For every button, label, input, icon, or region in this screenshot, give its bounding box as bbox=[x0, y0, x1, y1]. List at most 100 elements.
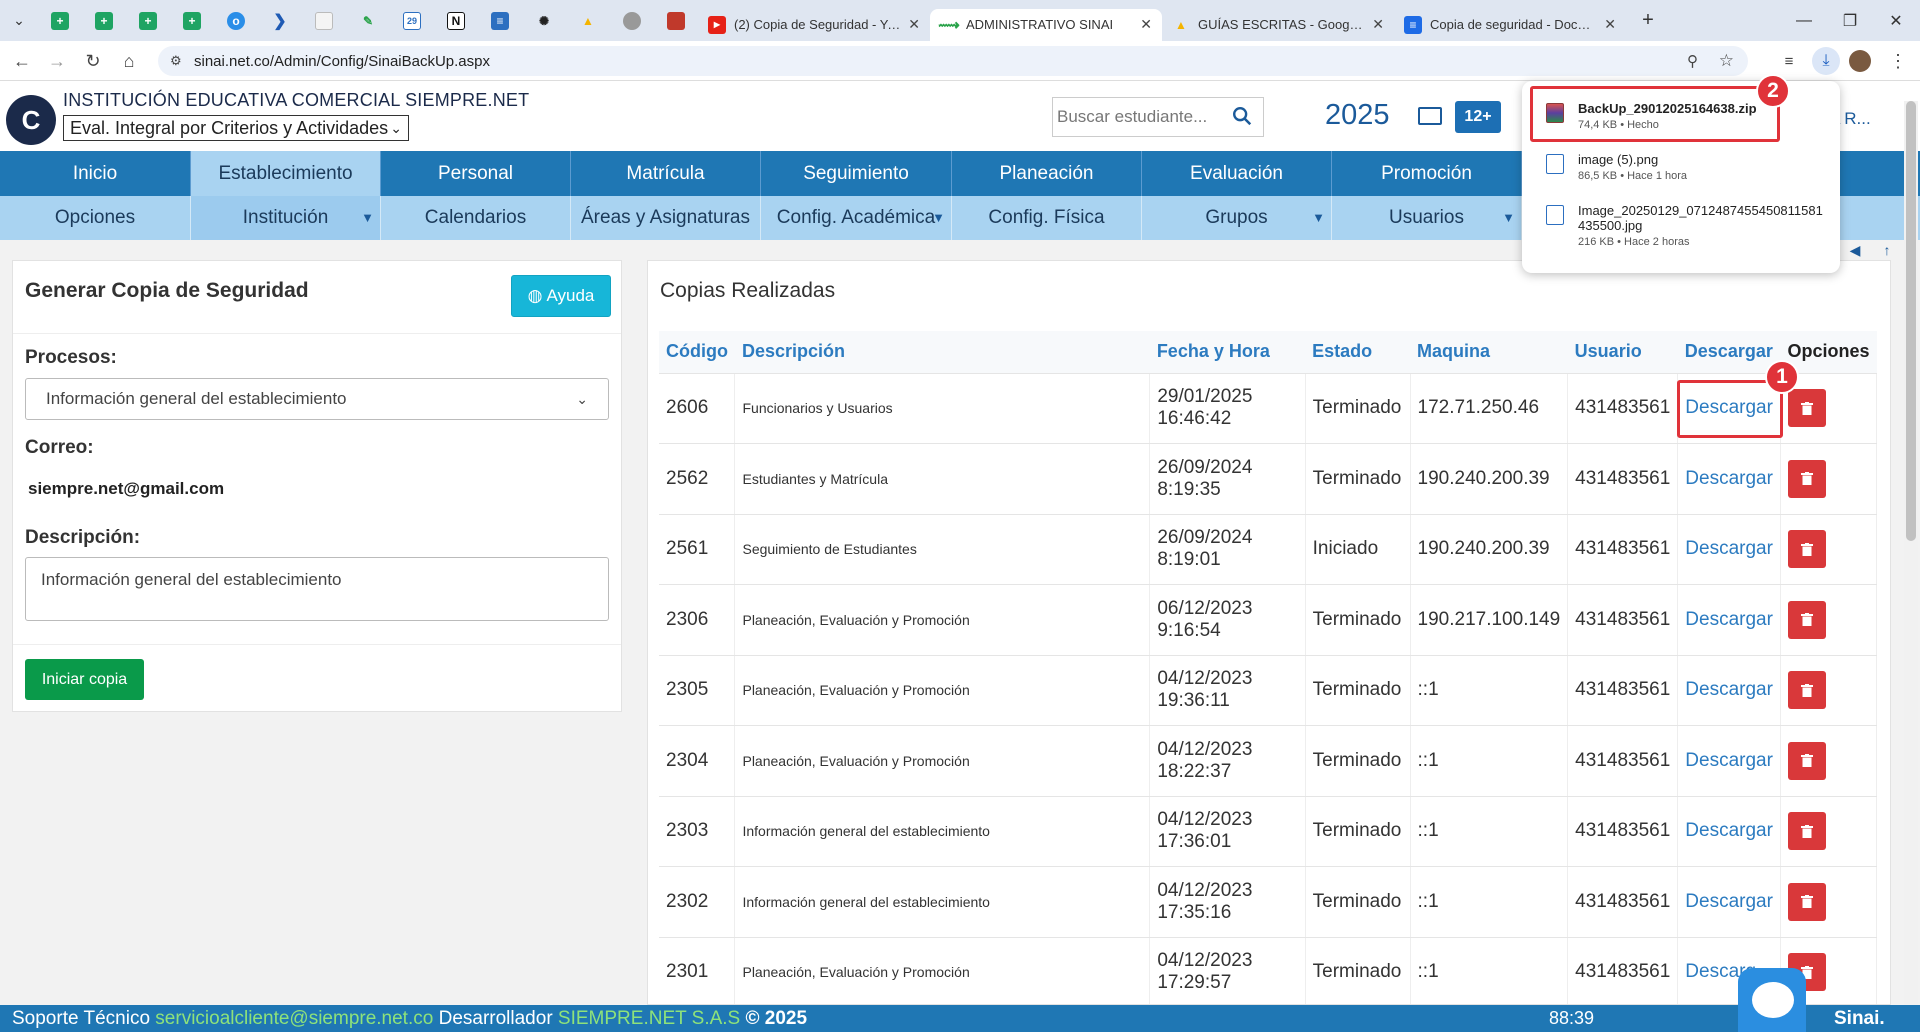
browser-menu-icon[interactable]: ⋮ bbox=[1885, 49, 1911, 73]
search-icon[interactable] bbox=[1231, 105, 1253, 127]
col-maquina[interactable]: Maquina bbox=[1410, 331, 1568, 374]
nav-personal[interactable]: Personal bbox=[381, 151, 571, 196]
nav-evaluacion[interactable]: Evaluación bbox=[1142, 151, 1332, 196]
chevron-left-circle-icon[interactable]: ◀ bbox=[1845, 240, 1865, 260]
subnav-institucion[interactable]: Institución ▼ bbox=[191, 196, 381, 240]
descargar-link[interactable]: Descargar bbox=[1685, 538, 1773, 559]
delete-button[interactable] bbox=[1787, 812, 1826, 851]
forward-icon[interactable]: → bbox=[44, 49, 70, 73]
highlight-box-download bbox=[1530, 86, 1780, 142]
subnav-usuarios[interactable]: Usuarios ▼ bbox=[1332, 196, 1522, 240]
descargar-link[interactable]: Descargar bbox=[1685, 820, 1773, 841]
arrow-app-tab-icon[interactable]: ❯ bbox=[258, 0, 302, 41]
nav-inicio[interactable]: Inicio bbox=[0, 151, 191, 196]
circle-app-tab-icon[interactable]: o bbox=[214, 0, 258, 41]
descargar-link[interactable]: Descargar bbox=[1685, 891, 1773, 912]
mail-icon[interactable] bbox=[1418, 107, 1442, 125]
institution-logo-icon: C bbox=[6, 95, 56, 145]
pen-app-tab-icon[interactable]: ✎ bbox=[346, 0, 390, 41]
nav-establecimiento[interactable]: Establecimiento bbox=[191, 151, 381, 196]
site-info-icon[interactable]: ⚙ bbox=[170, 53, 182, 69]
zoom-icon[interactable]: ⚲ bbox=[1687, 52, 1698, 70]
nav-promocion[interactable]: Promoción bbox=[1332, 151, 1522, 196]
col-fecha[interactable]: Fecha y Hora bbox=[1149, 331, 1306, 374]
footer-email-link[interactable]: servicioalcliente@siempre.net.co bbox=[155, 1008, 433, 1030]
col-estado[interactable]: Estado bbox=[1305, 331, 1411, 374]
subnav-config-academica[interactable]: Config. Académica ▼ bbox=[761, 196, 952, 240]
restore-icon[interactable]: ❐ bbox=[1827, 0, 1873, 41]
subnav-areas[interactable]: Áreas y Asignaturas bbox=[571, 196, 761, 240]
minimize-icon[interactable]: — bbox=[1781, 0, 1827, 41]
descargar-link[interactable]: Descargar bbox=[1685, 609, 1773, 630]
delete-button[interactable] bbox=[1787, 882, 1826, 921]
tab-drive[interactable]: ▲ GUÍAS ESCRITAS - Google Drive ✕ bbox=[1162, 9, 1394, 41]
start-backup-button[interactable]: Iniciar copia bbox=[25, 659, 144, 700]
close-window-icon[interactable]: ✕ bbox=[1873, 0, 1919, 41]
tab-sinai[interactable]: ⟿ ADMINISTRATIVO SINAI ✕ bbox=[930, 8, 1162, 41]
sheets-tab-icon[interactable]: + bbox=[126, 0, 170, 41]
delete-button[interactable] bbox=[1787, 459, 1826, 498]
downloads-icon[interactable]: ⤓ bbox=[1812, 47, 1840, 75]
sheets-tab-icon[interactable]: + bbox=[82, 0, 126, 41]
download-item[interactable]: Image_20250129_0712487455450811581 435500… bbox=[1546, 203, 1823, 248]
subnav-config-fisica[interactable]: Config. Física bbox=[952, 196, 1142, 240]
nav-matricula[interactable]: Matrícula bbox=[571, 151, 761, 196]
image-tab-icon[interactable] bbox=[654, 0, 698, 41]
footer-company-link[interactable]: SIEMPRE.NET S.A.S bbox=[558, 1008, 740, 1030]
descargar-link[interactable]: Descargar bbox=[1685, 750, 1773, 771]
close-tab-icon[interactable]: ✕ bbox=[1604, 16, 1616, 33]
col-codigo[interactable]: Código bbox=[659, 331, 735, 374]
sheets-tab-icon[interactable]: + bbox=[38, 0, 82, 41]
descargar-link[interactable]: Descargar bbox=[1685, 468, 1773, 489]
bookmark-star-icon[interactable]: ☆ bbox=[1719, 51, 1734, 71]
delete-button[interactable] bbox=[1787, 741, 1826, 780]
url-bar[interactable]: ⚙ sinai.net.co/Admin/Config/SinaiBackUp.… bbox=[158, 46, 1748, 76]
year-display[interactable]: 2025 bbox=[1325, 99, 1390, 132]
profile-avatar[interactable] bbox=[1849, 50, 1871, 72]
arrow-up-icon[interactable]: ↑ bbox=[1877, 240, 1897, 260]
student-search-input[interactable]: Buscar estudiante... bbox=[1052, 97, 1264, 137]
reload-icon[interactable]: ↻ bbox=[80, 49, 106, 73]
media-control-icon[interactable]: ≡ bbox=[1776, 49, 1802, 73]
cell-codigo: 2302 bbox=[659, 866, 736, 938]
docs-tab-icon[interactable]: ≡ bbox=[478, 0, 522, 41]
chat-button[interactable] bbox=[1738, 968, 1806, 1032]
delete-button[interactable] bbox=[1787, 530, 1826, 569]
delete-button[interactable] bbox=[1787, 600, 1826, 639]
col-usuario[interactable]: Usuario bbox=[1567, 331, 1678, 374]
col-descripcion[interactable]: Descripción bbox=[734, 331, 1150, 374]
home-icon[interactable]: ⌂ bbox=[116, 49, 142, 73]
col-descargar[interactable]: Descargar bbox=[1677, 331, 1781, 374]
tab-docs[interactable]: ≡ Copia de seguridad - Documentos de Goo… bbox=[1394, 9, 1626, 41]
sheets-tab-icon[interactable]: + bbox=[170, 0, 214, 41]
subnav-grupos[interactable]: Grupos ▼ bbox=[1142, 196, 1332, 240]
subnav-calendarios[interactable]: Calendarios bbox=[381, 196, 571, 240]
delete-button[interactable] bbox=[1787, 389, 1826, 428]
notification-badge[interactable]: 12+ bbox=[1455, 101, 1501, 133]
close-tab-icon[interactable]: ✕ bbox=[1372, 16, 1384, 33]
openai-tab-icon[interactable]: ✺ bbox=[522, 0, 566, 41]
notion-tab-icon[interactable]: N bbox=[434, 0, 478, 41]
scrollbar-thumb[interactable] bbox=[1906, 101, 1916, 541]
drive-tab-icon[interactable]: ▲ bbox=[566, 0, 610, 41]
tab-search-button[interactable]: ⌄ bbox=[0, 0, 38, 41]
close-tab-icon[interactable]: ✕ bbox=[1140, 16, 1152, 33]
help-button[interactable]: ◍ Ayuda bbox=[511, 275, 611, 317]
page-scrollbar[interactable] bbox=[1904, 101, 1918, 1005]
descripcion-textarea[interactable]: Información general del establecimiento bbox=[25, 557, 609, 621]
evaluation-select[interactable]: Eval. Integral por Criterios y Actividad… bbox=[63, 115, 409, 141]
procesos-select[interactable]: Información general del establecimiento … bbox=[25, 378, 609, 420]
nav-seguimiento[interactable]: Seguimiento bbox=[761, 151, 952, 196]
close-tab-icon[interactable]: ✕ bbox=[908, 16, 920, 33]
new-tab-button[interactable]: + bbox=[1626, 0, 1670, 41]
descargar-link[interactable]: Descargar bbox=[1685, 679, 1773, 700]
calendar-tab-icon[interactable]: 29 bbox=[390, 0, 434, 41]
back-icon[interactable]: ← bbox=[9, 49, 35, 73]
globe-tab-icon[interactable] bbox=[610, 0, 654, 41]
delete-button[interactable] bbox=[1787, 671, 1826, 710]
tab-youtube[interactable]: ▶ (2) Copia de Seguridad - YouTube ✕ bbox=[698, 9, 930, 41]
nav-planeacion[interactable]: Planeación bbox=[952, 151, 1142, 196]
download-item[interactable]: image (5).png 86,5 KB • Hace 1 hora bbox=[1546, 152, 1687, 182]
subnav-opciones[interactable]: Opciones bbox=[0, 196, 191, 240]
doc-tab-icon[interactable] bbox=[302, 0, 346, 41]
